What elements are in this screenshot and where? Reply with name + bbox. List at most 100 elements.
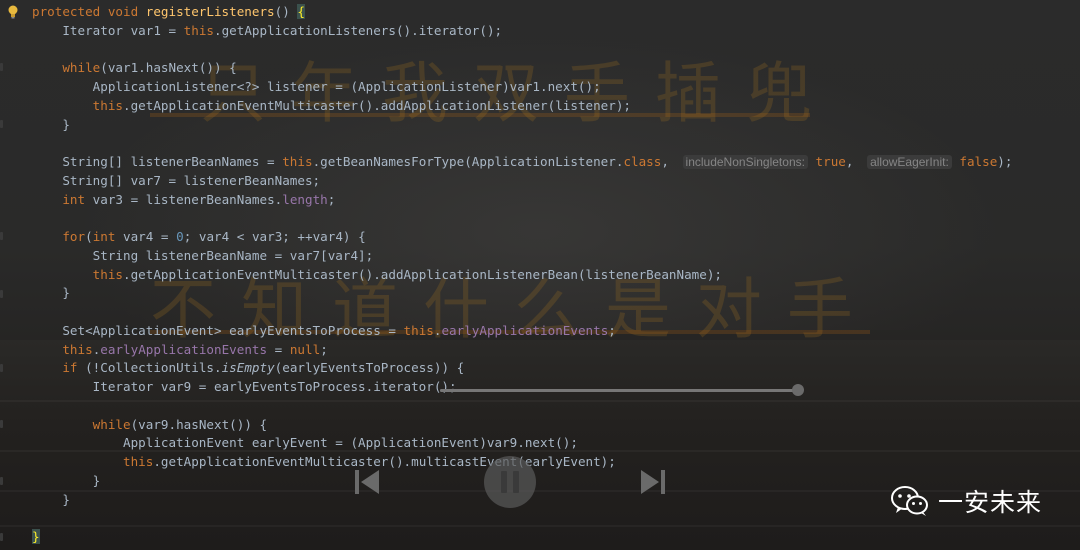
fold-marker[interactable] bbox=[0, 120, 3, 128]
fold-marker[interactable] bbox=[0, 420, 3, 428]
parameter-hint: includeNonSingletons: bbox=[682, 155, 808, 169]
code-token: earlyApplicationEvents bbox=[100, 341, 268, 357]
code-token: this bbox=[183, 22, 214, 38]
code-token: Set<ApplicationEvent> earlyEventsToProce… bbox=[32, 322, 404, 338]
code-token: .getApplicationListeners().iterator(); bbox=[214, 22, 503, 38]
code-token: int bbox=[62, 191, 86, 207]
code-line[interactable]: for(int var4 = 0; var4 < var3; ++var4) { bbox=[32, 228, 1080, 247]
code-line[interactable]: String[] listenerBeanNames = this.getBea… bbox=[32, 153, 1080, 172]
code-token: earlyApplicationEvents bbox=[441, 322, 609, 338]
code-line[interactable]: } bbox=[32, 528, 1080, 547]
code-token: var3 = listenerBeanNames. bbox=[85, 191, 283, 207]
code-token: ApplicationListener<?> listener = (Appli… bbox=[32, 79, 601, 94]
next-icon[interactable] bbox=[638, 467, 668, 501]
code-token: .getApplicationEventMulticaster().addApp… bbox=[123, 97, 632, 113]
code-token: ApplicationEvent earlyEvent = (Applicati… bbox=[32, 435, 578, 451]
code-token: while bbox=[92, 416, 131, 432]
fold-marker[interactable] bbox=[0, 63, 3, 71]
fold-marker[interactable] bbox=[0, 232, 3, 240]
code-token: int bbox=[92, 229, 116, 244]
code-line[interactable]: ApplicationEvent earlyEvent = (Applicati… bbox=[32, 434, 1080, 453]
code-line[interactable]: Set<ApplicationEvent> earlyEventsToProce… bbox=[32, 322, 1080, 341]
code-line[interactable]: String listenerBeanName = var7[var4]; bbox=[32, 247, 1080, 266]
code-token: (earlyEventsToProcess)) { bbox=[274, 360, 465, 376]
code-line[interactable]: Iterator var1 = this.getApplicationListe… bbox=[32, 22, 1080, 41]
code-line[interactable]: this.getApplicationEventMulticaster().ad… bbox=[32, 97, 1080, 116]
fold-marker[interactable] bbox=[0, 364, 3, 372]
code-token: if bbox=[62, 360, 78, 376]
code-token: , bbox=[661, 154, 677, 169]
code-token: true bbox=[815, 154, 846, 169]
code-token: var4 = bbox=[115, 229, 177, 244]
code-line[interactable]: String[] var7 = listenerBeanNames; bbox=[32, 172, 1080, 191]
code-token: { bbox=[297, 4, 305, 19]
progress-fill bbox=[440, 389, 795, 392]
code-line[interactable]: int var3 = listenerBeanNames.length; bbox=[32, 191, 1080, 210]
wechat-icon bbox=[891, 486, 928, 516]
code-token: this bbox=[403, 322, 434, 338]
code-token: this bbox=[282, 154, 313, 169]
fold-marker[interactable] bbox=[0, 533, 3, 541]
code-token: String listenerBeanName = var7[var4]; bbox=[32, 247, 374, 263]
code-token: for bbox=[62, 229, 86, 244]
code-token: 0 bbox=[176, 229, 184, 244]
code-line[interactable] bbox=[32, 134, 1080, 153]
code-token: .getBeanNamesForType(ApplicationListener… bbox=[312, 154, 624, 169]
code-token: () bbox=[274, 4, 298, 19]
code-editor[interactable]: protected void registerListeners() { Ite… bbox=[32, 3, 1080, 547]
code-token: .getApplicationEventMulticaster().multic… bbox=[153, 454, 616, 469]
code-token: ; bbox=[327, 191, 336, 207]
progress-handle[interactable] bbox=[792, 384, 804, 396]
brand-logo: 一安未来 bbox=[890, 483, 1042, 519]
code-line[interactable] bbox=[32, 303, 1080, 322]
code-token: class bbox=[623, 154, 662, 169]
pause-button[interactable] bbox=[484, 456, 536, 512]
code-line[interactable]: this.getApplicationEventMulticaster().mu… bbox=[32, 453, 1080, 472]
code-token: Iterator var9 = earlyEventsToProcess.ite… bbox=[32, 379, 457, 394]
code-line[interactable] bbox=[32, 209, 1080, 228]
code-line[interactable]: while(var9.hasNext()) { bbox=[32, 416, 1080, 435]
code-token: String[] listenerBeanNames = bbox=[32, 154, 283, 169]
code-line[interactable]: Iterator var9 = earlyEventsToProcess.ite… bbox=[32, 378, 1080, 397]
code-token: this bbox=[92, 266, 124, 282]
code-token: while bbox=[62, 60, 101, 76]
code-line[interactable]: while(var1.hasNext()) { bbox=[32, 59, 1080, 78]
code-line[interactable]: this.earlyApplicationEvents = null; bbox=[32, 341, 1080, 360]
brand-name: 一安未来 bbox=[938, 488, 1043, 517]
code-token: } bbox=[32, 472, 101, 488]
lightbulb-icon[interactable] bbox=[6, 4, 20, 20]
progress-track[interactable] bbox=[440, 389, 798, 392]
code-token: , bbox=[845, 154, 862, 169]
video-frame: 只 年 我 双 手 插 兜 不 知 道 什 么 是 对 手 protected … bbox=[0, 0, 1080, 550]
code-line[interactable] bbox=[32, 397, 1080, 416]
code-line[interactable]: } bbox=[32, 116, 1080, 135]
code-token: String[] var7 = listenerBeanNames; bbox=[32, 172, 321, 188]
code-token: } bbox=[32, 285, 70, 301]
code-line[interactable]: } bbox=[32, 284, 1080, 303]
code-token: registerListeners bbox=[145, 4, 275, 19]
fold-marker[interactable] bbox=[0, 290, 3, 298]
code-token: protected void bbox=[32, 4, 146, 19]
code-line[interactable]: this.getApplicationEventMulticaster().ad… bbox=[32, 266, 1080, 285]
code-token: isEmpty bbox=[221, 360, 275, 376]
code-token: null bbox=[289, 341, 321, 357]
code-line[interactable]: ApplicationListener<?> listener = (Appli… bbox=[32, 78, 1080, 97]
code-token: ; bbox=[608, 322, 616, 338]
code-line[interactable]: protected void registerListeners() { bbox=[32, 3, 1080, 22]
code-line[interactable] bbox=[32, 41, 1080, 60]
fold-marker[interactable] bbox=[0, 477, 3, 485]
code-token: .getApplicationEventMulticaster().addApp… bbox=[123, 266, 722, 282]
previous-icon[interactable] bbox=[352, 467, 382, 501]
code-token: Iterator var1 = bbox=[32, 22, 184, 38]
code-line[interactable]: if (!CollectionUtils.isEmpty(earlyEvents… bbox=[32, 359, 1080, 378]
parameter-hint: allowEagerInit: bbox=[867, 155, 952, 169]
